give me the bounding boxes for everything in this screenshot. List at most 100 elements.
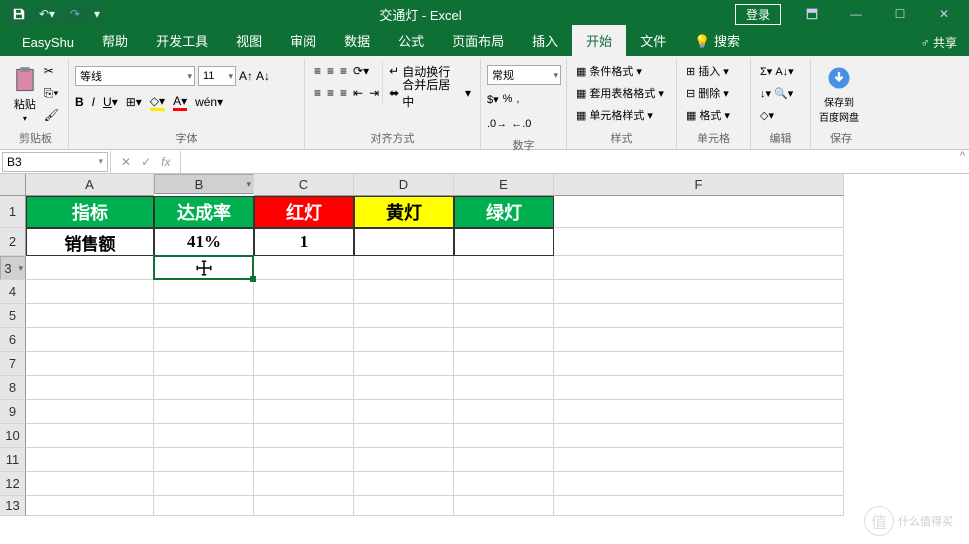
row-header-7[interactable]: 7 — [0, 352, 26, 376]
row-header-8[interactable]: 8 — [0, 376, 26, 400]
fx-icon[interactable]: fx — [161, 155, 170, 169]
cell-F9[interactable] — [554, 400, 844, 424]
cell-F4[interactable] — [554, 280, 844, 304]
cell-F13[interactable] — [554, 496, 844, 516]
save-cloud-button[interactable]: 保存到 百度网盘 — [817, 61, 861, 127]
delete-cells-button[interactable]: ⊟ 删除 ▾ — [686, 83, 730, 103]
cell-F5[interactable] — [554, 304, 844, 328]
cell-F11[interactable] — [554, 448, 844, 472]
row-header-9[interactable]: 9 — [0, 400, 26, 424]
cancel-formula-icon[interactable]: ✕ — [121, 155, 131, 169]
tab-插入[interactable]: 插入 — [518, 25, 572, 56]
cell-A8[interactable] — [26, 376, 154, 400]
cut-icon[interactable]: ✂ — [44, 61, 59, 81]
font-color-button[interactable]: A▾ — [173, 94, 187, 111]
cell-C10[interactable] — [254, 424, 354, 448]
cell-A9[interactable] — [26, 400, 154, 424]
cell-E13[interactable] — [454, 496, 554, 516]
row-header-4[interactable]: 4 — [0, 280, 26, 304]
conditional-format-button[interactable]: ▦ 条件格式▾ — [576, 61, 664, 81]
cell-D10[interactable] — [354, 424, 454, 448]
cell-E7[interactable] — [454, 352, 554, 376]
italic-button[interactable]: I — [92, 95, 95, 109]
find-icon[interactable]: 🔍▾ — [774, 87, 793, 100]
login-button[interactable]: 登录 — [735, 4, 781, 25]
currency-icon[interactable]: $▾ — [487, 93, 499, 106]
cell-D13[interactable] — [354, 496, 454, 516]
cell-A10[interactable] — [26, 424, 154, 448]
cell-A3[interactable] — [26, 256, 154, 280]
row-header-3[interactable]: 3 — [0, 256, 26, 280]
align-middle-icon[interactable]: ≡ — [327, 64, 334, 78]
tab-开始[interactable]: 开始 — [572, 25, 626, 56]
share-button[interactable]: ♂ 共享 — [921, 34, 957, 51]
enter-formula-icon[interactable]: ✓ — [141, 155, 151, 169]
col-header-E[interactable]: E — [454, 174, 554, 196]
cell-A4[interactable] — [26, 280, 154, 304]
cell-E3[interactable] — [454, 256, 554, 280]
minimize-icon[interactable]: — — [835, 3, 877, 25]
col-header-B[interactable]: B — [154, 174, 254, 194]
tab-数据[interactable]: 数据 — [330, 25, 384, 56]
row-header-10[interactable]: 10 — [0, 424, 26, 448]
name-box[interactable]: B3 — [2, 152, 108, 172]
cell-E12[interactable] — [454, 472, 554, 496]
row-header-5[interactable]: 5 — [0, 304, 26, 328]
increase-font-icon[interactable]: A↑ — [239, 69, 253, 83]
fill-color-button[interactable]: ◇▾ — [150, 94, 165, 111]
bold-button[interactable]: B — [75, 95, 84, 109]
percent-icon[interactable]: % — [503, 93, 513, 105]
cell-E2[interactable] — [454, 228, 554, 256]
cell-E9[interactable] — [454, 400, 554, 424]
cell-A13[interactable] — [26, 496, 154, 516]
search-tell-me[interactable]: 💡 搜索 — [680, 25, 754, 56]
insert-cells-button[interactable]: ⊞ 插入 ▾ — [686, 61, 730, 81]
autosum-icon[interactable]: Σ▾ — [760, 65, 772, 78]
format-painter-icon[interactable]: 🖌 — [44, 105, 59, 125]
cell-F6[interactable] — [554, 328, 844, 352]
cell-C6[interactable] — [254, 328, 354, 352]
cell-F7[interactable] — [554, 352, 844, 376]
cell-B10[interactable] — [154, 424, 254, 448]
maximize-icon[interactable]: ☐ — [879, 3, 921, 25]
cell-A5[interactable] — [26, 304, 154, 328]
row-header-12[interactable]: 12 — [0, 472, 26, 496]
align-top-icon[interactable]: ≡ — [314, 64, 321, 78]
copy-icon[interactable]: ⎘▾ — [44, 83, 59, 103]
cell-B2[interactable]: 41% — [154, 228, 254, 256]
cell-styles-button[interactable]: ▦ 单元格样式▾ — [576, 105, 664, 125]
cell-C2[interactable]: 1 — [254, 228, 354, 256]
cell-B6[interactable] — [154, 328, 254, 352]
cell-F3[interactable] — [554, 256, 844, 280]
cell-E10[interactable] — [454, 424, 554, 448]
cell-A7[interactable] — [26, 352, 154, 376]
cell-B12[interactable] — [154, 472, 254, 496]
cell-A2[interactable]: 销售额 — [26, 228, 154, 256]
redo-icon[interactable]: ↷ — [62, 3, 88, 25]
indent-left-icon[interactable]: ⇤ — [353, 86, 363, 100]
tab-视图[interactable]: 视图 — [222, 25, 276, 56]
increase-decimal-icon[interactable]: .0→ — [487, 118, 507, 130]
close-icon[interactable]: ✕ — [923, 3, 965, 25]
number-format-select[interactable]: 常规 — [487, 65, 561, 85]
cell-D5[interactable] — [354, 304, 454, 328]
select-all-corner[interactable] — [0, 174, 26, 196]
cell-B4[interactable] — [154, 280, 254, 304]
orientation-icon[interactable]: ⟳▾ — [353, 64, 369, 78]
tab-公式[interactable]: 公式 — [384, 25, 438, 56]
phonetic-button[interactable]: wén▾ — [195, 95, 223, 109]
cell-E11[interactable] — [454, 448, 554, 472]
cell-F10[interactable] — [554, 424, 844, 448]
cell-B9[interactable] — [154, 400, 254, 424]
cell-A6[interactable] — [26, 328, 154, 352]
collapse-ribbon-icon[interactable]: ^ — [960, 150, 965, 162]
undo-icon[interactable]: ↶▾ — [34, 3, 60, 25]
align-left-icon[interactable]: ≡ — [314, 86, 321, 100]
tab-帮助[interactable]: 帮助 — [88, 25, 142, 56]
cell-C4[interactable] — [254, 280, 354, 304]
tab-开发工具[interactable]: 开发工具 — [142, 25, 222, 56]
cell-C3[interactable] — [254, 256, 354, 280]
col-header-D[interactable]: D — [354, 174, 454, 196]
cell-D6[interactable] — [354, 328, 454, 352]
underline-button[interactable]: U▾ — [103, 95, 118, 109]
